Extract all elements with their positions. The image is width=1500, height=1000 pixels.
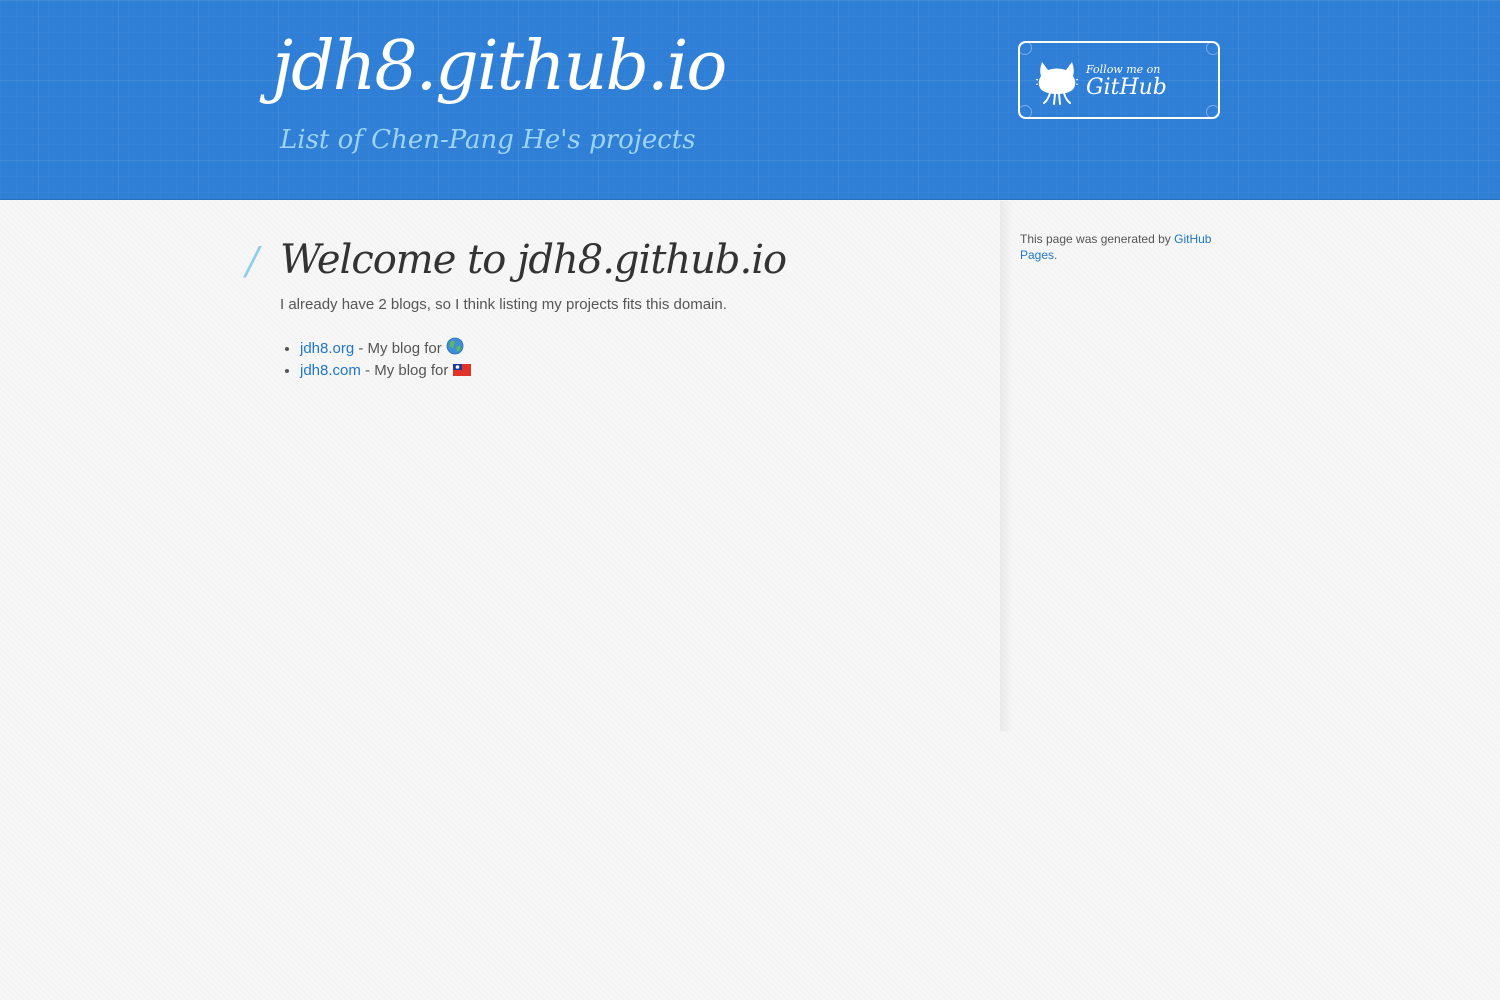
corner-decoration xyxy=(1018,41,1032,55)
sidebar-period: . xyxy=(1054,248,1058,262)
blog-link-jdh8-com[interactable]: jdh8.com xyxy=(300,362,361,379)
sidebar-divider xyxy=(1000,201,1014,731)
follow-github-label: GitHub xyxy=(1086,75,1167,100)
corner-decoration xyxy=(1206,105,1220,119)
sidebar: This page was generated by GitHub Pages. xyxy=(1020,231,1220,263)
follow-github-button[interactable]: Follow me on GitHub xyxy=(1018,41,1220,119)
sidebar-text: This page was generated by xyxy=(1020,232,1175,246)
list-item: jdh8.com - My blog for xyxy=(300,360,980,382)
corner-decoration xyxy=(1018,105,1032,119)
site-title[interactable]: jdh8.github.io xyxy=(272,29,727,105)
taiwan-flag-icon xyxy=(452,364,471,376)
corner-decoration xyxy=(1206,41,1220,55)
blog-description: - My blog for xyxy=(360,362,453,379)
main-content: Welcome to jdh8.github.io I already have… xyxy=(280,236,980,382)
site-subtitle: List of Chen-Pang He's projects xyxy=(280,125,696,155)
octocat-icon xyxy=(1036,62,1078,105)
globe-icon xyxy=(446,337,464,355)
site-header: jdh8.github.io List of Chen-Pang He's pr… xyxy=(0,0,1500,200)
blog-link-jdh8-org[interactable]: jdh8.org xyxy=(300,340,354,357)
heading-slash-decoration: / xyxy=(246,239,259,283)
intro-paragraph: I already have 2 blogs, so I think listi… xyxy=(280,296,727,313)
blog-description: - My blog for xyxy=(354,340,446,357)
page-heading: Welcome to jdh8.github.io xyxy=(280,237,787,283)
blog-list: jdh8.org - My blog for jdh8.com - My blo… xyxy=(280,337,980,382)
list-item: jdh8.org - My blog for xyxy=(300,337,980,360)
